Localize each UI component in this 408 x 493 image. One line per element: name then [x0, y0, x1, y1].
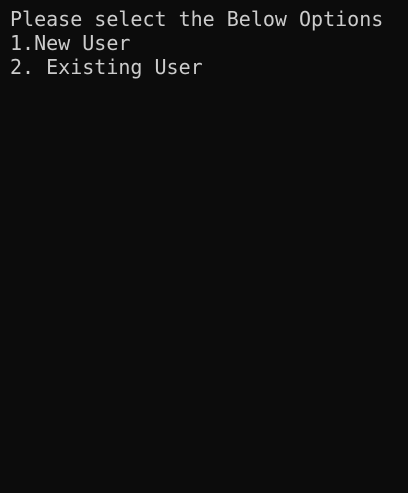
console-output[interactable]: Please select the Below Options 1.New Us…	[0, 0, 408, 493]
option-existing-user: 2. Existing User	[10, 55, 203, 79]
prompt-heading: Please select the Below Options	[10, 7, 384, 31]
option-new-user: 1.New User	[10, 31, 131, 55]
